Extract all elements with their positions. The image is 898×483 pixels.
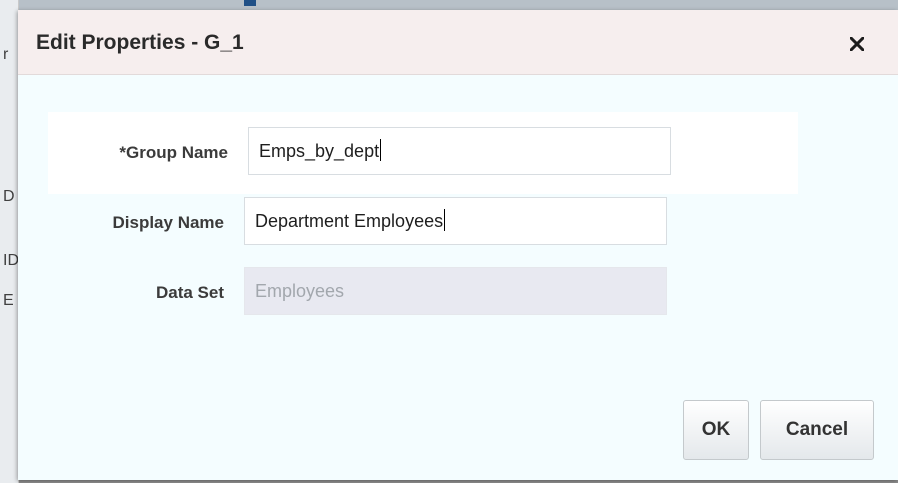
cancel-button[interactable]: Cancel (760, 400, 874, 460)
text-cursor (380, 139, 382, 161)
data-set-label: Data Set (155, 283, 224, 302)
background-app-toolbar (0, 0, 898, 10)
dialog-title: Edit Properties - G_1 (36, 31, 244, 54)
background-app-panel: r D ID E (0, 0, 19, 483)
ok-button[interactable]: OK (683, 400, 749, 460)
display-name-label: Display Name (112, 213, 225, 232)
background-text-fragment: E (3, 292, 14, 309)
group-name-label: *Group Name (119, 143, 228, 162)
group-name-value: Emps_by_dept (259, 141, 380, 161)
group-name-input[interactable]: Emps_by_dept (248, 127, 671, 175)
close-button[interactable] (838, 29, 874, 59)
data-set-field: Employees (244, 267, 667, 315)
display-name-input[interactable]: Department Employees (244, 197, 667, 245)
background-text-fragment: r (3, 46, 9, 63)
close-icon (850, 37, 864, 51)
edit-properties-dialog: Edit Properties - G_1 *Group Name Emps_b… (18, 10, 898, 480)
dialog-header: Edit Properties - G_1 (18, 10, 898, 75)
background-accent (244, 0, 256, 6)
display-name-value: Department Employees (255, 211, 444, 231)
text-cursor (444, 209, 446, 231)
background-text-fragment: ID (3, 252, 19, 269)
data-set-value: Employees (255, 281, 345, 301)
background-text-fragment: D (3, 188, 15, 205)
